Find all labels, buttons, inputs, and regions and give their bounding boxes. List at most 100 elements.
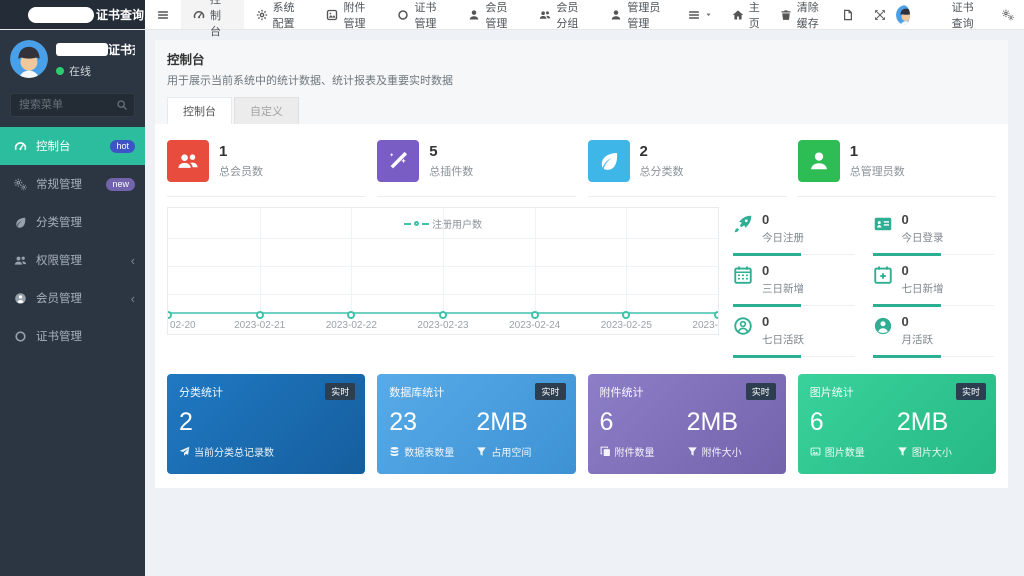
group-icon — [177, 150, 199, 172]
users-icon — [539, 9, 551, 21]
data-point — [347, 311, 355, 319]
sidebar-user-panel: 证书查询 在线 — [0, 30, 145, 87]
settings-menu-button[interactable] — [992, 0, 1024, 29]
search-icon — [116, 99, 128, 111]
tab-dashboard[interactable]: 控制台 — [167, 97, 232, 124]
new-badge: new — [106, 178, 135, 191]
x-tick: 2023-02-23 — [417, 320, 468, 331]
brand-title: 证书查询系 — [96, 6, 145, 23]
sidebar-avatar[interactable] — [10, 40, 48, 78]
user-icon — [610, 9, 622, 21]
topnav-item-member-groups[interactable]: 会员分组 — [527, 0, 598, 29]
realtime-badge: 实时 — [535, 383, 565, 400]
page-subtitle: 用于展示当前系统中的统计数据、统计报表及重要实时数据 — [167, 72, 996, 88]
user-circle-icon — [873, 316, 893, 336]
image-icon — [810, 446, 821, 457]
navbar-avatar[interactable] — [896, 5, 910, 25]
sidebar-menu: 控制台 hot 常规管理 new 分类管理 权限管理 ‹ 会员管理 ‹ 证书管理 — [0, 127, 145, 355]
sidebar-item-members[interactable]: 会员管理 ‹ — [0, 279, 145, 317]
gauge-icon — [193, 9, 205, 21]
tab-list-dropdown-button[interactable] — [678, 0, 722, 29]
sidebar-username: 证书查询 — [108, 41, 135, 58]
online-status-label: 在线 — [69, 63, 91, 79]
quick-stats-grid: 0今日注册 0今日登录 0三日新增 0七日新增 — [731, 207, 996, 360]
leaf-icon — [14, 216, 27, 229]
sidebar-item-categories[interactable]: 分类管理 — [0, 203, 145, 241]
data-point — [622, 311, 630, 319]
topnav-item-attachments[interactable]: 附件管理 — [314, 0, 385, 29]
list-icon — [688, 9, 700, 21]
user-circle-icon — [14, 292, 27, 305]
sidebar-item-general[interactable]: 常规管理 new — [0, 165, 145, 203]
database-icon — [389, 446, 400, 457]
leaf-icon — [598, 150, 620, 172]
copy-icon — [600, 446, 611, 457]
data-point — [531, 311, 539, 319]
file-icon — [842, 9, 854, 21]
quick-stat-month-active: 0月活跃 — [873, 309, 995, 357]
sidebar-item-certificates[interactable]: 证书管理 — [0, 317, 145, 355]
calendar-icon — [733, 265, 753, 285]
magic-wand-icon — [387, 150, 409, 172]
caret-down-icon — [705, 11, 712, 18]
topnav-item-system-config[interactable]: 系统配置 — [244, 0, 315, 29]
clear-cache-button[interactable]: 清除缓存 — [770, 0, 832, 29]
fullscreen-button[interactable] — [864, 0, 896, 29]
user-icon — [808, 150, 830, 172]
quick-stat-7day-active: 0七日活跃 — [733, 309, 855, 357]
brand-logo: 证书查询系 — [0, 0, 145, 29]
card-category-stats: 分类统计 实时 2 当前分类总记录数 — [167, 374, 365, 474]
chevron-left-icon: ‹ — [131, 254, 135, 267]
sidebar-toggle-button[interactable] — [145, 0, 181, 29]
quick-stat-today-logins: 0今日登录 — [873, 207, 995, 255]
x-tick: 2023-02-22 — [326, 320, 377, 331]
registered-users-chart: 注册用户数 — [167, 207, 719, 335]
user-icon — [468, 9, 480, 21]
file-image-icon — [326, 9, 338, 21]
expand-icon — [874, 9, 886, 21]
legend-label: 注册用户数 — [432, 216, 482, 231]
card-attachment-stats: 附件统计 实时 6 附件数量 2MB 附件大小 — [588, 374, 786, 474]
topnav-item-dashboard[interactable]: 控制台 — [181, 0, 244, 29]
stats-row: 1总会员数 5总插件数 2总分类数 1总管理员数 — [167, 132, 996, 197]
data-point — [256, 311, 264, 319]
cogs-icon — [1002, 9, 1014, 21]
filter-icon — [897, 446, 908, 457]
trash-icon — [780, 9, 792, 21]
data-point — [439, 311, 447, 319]
summary-cards-row: 分类统计 实时 2 当前分类总记录数 数据库统计 实时 23 — [167, 374, 996, 474]
card-database-stats: 数据库统计 实时 23 数据表数量 2MB 占用空间 — [377, 374, 575, 474]
user-outline-icon — [733, 316, 753, 336]
stat-total-members: 1总会员数 — [167, 132, 365, 197]
top-navbar: 证书查询系 控制台 系统配置 附件管理 证书管理 会员管理 会员分组 管理员管理… — [0, 0, 1024, 30]
realtime-badge: 实时 — [325, 383, 355, 400]
page-title: 控制台 — [167, 49, 996, 68]
card-image-stats: 图片统计 实时 6 图片数量 2MB 图片大小 — [798, 374, 996, 474]
topnav-item-certificates[interactable]: 证书管理 — [385, 0, 456, 29]
sidebar-item-permissions[interactable]: 权限管理 ‹ — [0, 241, 145, 279]
x-tick: 02-20 — [170, 320, 196, 331]
sidebar-item-dashboard[interactable]: 控制台 hot — [0, 127, 145, 165]
calendar-plus-icon — [873, 265, 893, 285]
home-button[interactable]: 主页 — [722, 0, 770, 29]
quick-stat-3day-new: 0三日新增 — [733, 258, 855, 306]
online-status-dot — [56, 67, 64, 75]
cogs-icon — [14, 178, 27, 191]
gauge-icon — [14, 140, 27, 153]
topnav-item-admins[interactable]: 管理员管理 — [598, 0, 677, 29]
hot-badge: hot — [110, 140, 135, 153]
quick-stat-7day-new: 0七日新增 — [873, 258, 995, 306]
filter-icon — [476, 446, 487, 457]
stat-total-plugins: 5总插件数 — [377, 132, 575, 197]
page-header: 控制台 用于展示当前系统中的统计数据、统计报表及重要实时数据 控制台 自定义 — [155, 40, 1008, 124]
main-content: 控制台 用于展示当前系统中的统计数据、统计报表及重要实时数据 控制台 自定义 1… — [145, 30, 1024, 576]
topnav-item-members[interactable]: 会员管理 — [456, 0, 527, 29]
file-shortcut-button[interactable] — [832, 0, 864, 29]
username-menu[interactable]: 证书查询 — [942, 0, 992, 29]
x-tick: 2023-02-21 — [234, 320, 285, 331]
users-icon — [14, 254, 27, 267]
id-card-icon — [873, 214, 893, 234]
tab-custom[interactable]: 自定义 — [234, 97, 299, 124]
x-tick: 2023-02-26 — [692, 320, 719, 331]
circle-icon — [397, 9, 409, 21]
